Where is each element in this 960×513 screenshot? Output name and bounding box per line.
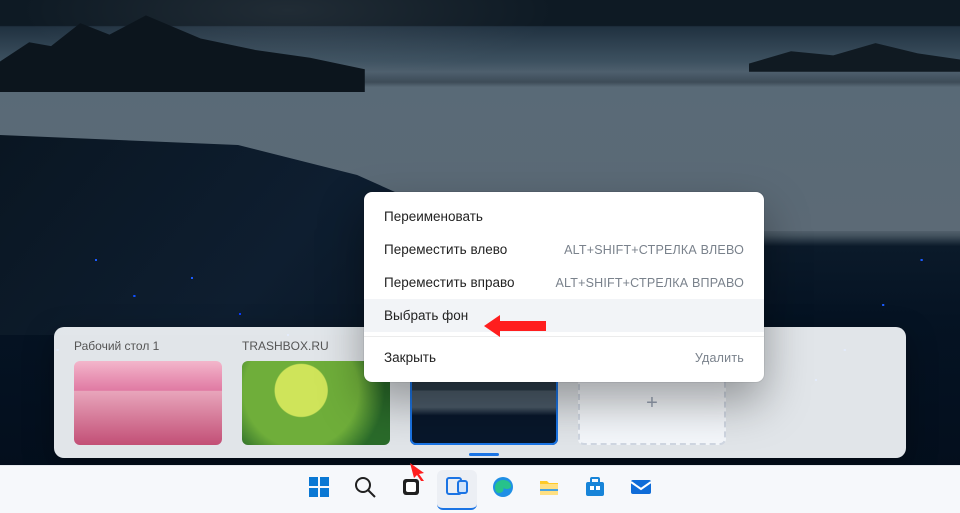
menu-item-choose-background-label: Выбрать фон (384, 308, 468, 323)
virtual-desktop-1[interactable]: Рабочий стол 1 (74, 339, 222, 445)
annotation-arrow-choose-background (484, 315, 546, 337)
virtual-desktop-1-label: Рабочий стол 1 (74, 339, 222, 355)
edge-button[interactable] (483, 470, 523, 510)
file-explorer-button[interactable] (529, 470, 569, 510)
task-view-icon (445, 474, 469, 503)
start-icon (307, 475, 331, 504)
virtual-desktop-1-thumb[interactable] (74, 361, 222, 445)
plus-icon: + (646, 392, 658, 415)
taskbar[interactable] (0, 465, 960, 513)
menu-item-close-shortcut: Удалить (695, 351, 744, 365)
search-icon (353, 475, 377, 504)
menu-item-rename[interactable]: Переименовать (364, 200, 764, 233)
menu-item-rename-label: Переименовать (384, 209, 483, 224)
menu-item-move-right-label: Переместить вправо (384, 275, 515, 290)
start-button[interactable] (299, 470, 339, 510)
menu-item-move-left-shortcut: ALT+SHIFT+СТРЕЛКА ВЛЕВО (564, 243, 744, 257)
mail-icon (629, 475, 653, 504)
store-icon (583, 475, 607, 504)
menu-item-move-right[interactable]: Переместить вправо ALT+SHIFT+СТРЕЛКА ВПР… (364, 266, 764, 299)
menu-separator (364, 336, 764, 337)
edge-icon (491, 475, 515, 504)
store-button[interactable] (575, 470, 615, 510)
menu-item-move-left[interactable]: Переместить влево ALT+SHIFT+СТРЕЛКА ВЛЕВ… (364, 233, 764, 266)
search-button[interactable] (345, 470, 385, 510)
menu-item-choose-background[interactable]: Выбрать фон (364, 299, 764, 332)
virtual-desktop-context-menu: Переименовать Переместить влево ALT+SHIF… (364, 192, 764, 382)
annotation-arrow-taskview (410, 463, 428, 481)
mail-button[interactable] (621, 470, 661, 510)
menu-item-close-label: Закрыть (384, 350, 436, 365)
virtual-desktop-active-indicator (469, 453, 499, 456)
task-view-button[interactable] (437, 470, 477, 510)
menu-item-close[interactable]: Закрыть Удалить (364, 341, 764, 374)
menu-item-move-right-shortcut: ALT+SHIFT+СТРЕЛКА ВПРАВО (555, 276, 744, 290)
menu-item-move-left-label: Переместить влево (384, 242, 507, 257)
file-explorer-icon (537, 475, 561, 504)
